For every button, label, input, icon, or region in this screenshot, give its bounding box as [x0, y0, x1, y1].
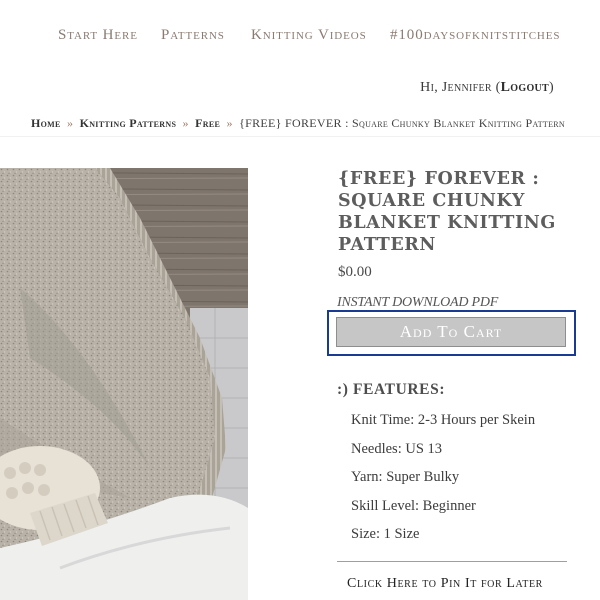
- feature-yarn: Yarn: Super Bulky: [351, 469, 460, 485]
- account-greeting: Hi, Jennifer (Logout): [420, 80, 554, 96]
- breadcrumb-free[interactable]: Free: [195, 116, 220, 130]
- breadcrumb-home[interactable]: Home: [31, 116, 61, 130]
- features-divider: [337, 561, 567, 562]
- greeting-text: Hi, Jennifer (: [420, 80, 501, 95]
- instant-download-note: INSTANT DOWNLOAD PDF: [337, 295, 499, 310]
- nav-link-start-here[interactable]: Start Here: [58, 27, 138, 44]
- feature-needles: Needles: US 13: [351, 440, 443, 457]
- feature-skill-level: Skill Level: Beginner: [351, 497, 476, 514]
- breadcrumb-separator: »: [182, 116, 189, 130]
- features-heading: :) FEATURES:: [337, 381, 446, 398]
- top-navigation: Start Here Patterns Knitting Videos #100…: [0, 27, 600, 47]
- breadcrumb-current: {FREE} FOREVER : Square Chunky Blanket K…: [239, 116, 565, 130]
- feature-knit-time: Knit Time: 2-3 Hours per Skein: [351, 412, 536, 428]
- breadcrumb-separator: »: [226, 116, 233, 130]
- feature-size: Size: 1 Size: [351, 526, 420, 542]
- nav-link-100-days-of-knit-stitches[interactable]: #100daysofknitstitches: [390, 27, 560, 44]
- breadcrumb-knitting-patterns[interactable]: Knitting Patterns: [80, 116, 177, 130]
- add-to-cart-button[interactable]: Add To Cart: [336, 317, 566, 347]
- breadcrumb: Home » Knitting Patterns » Free » {FREE}…: [31, 116, 565, 131]
- logout-link[interactable]: Logout: [501, 80, 549, 95]
- nav-link-knitting-videos[interactable]: Knitting Videos: [251, 27, 367, 44]
- product-price: $0.00: [338, 264, 372, 280]
- blanket-photo: [0, 168, 248, 600]
- greeting-close: ): [549, 80, 554, 95]
- nav-link-patterns[interactable]: Patterns: [161, 27, 225, 44]
- breadcrumb-separator: »: [66, 116, 74, 130]
- product-title: {FREE} FOREVER : Square Chunky Blanket K…: [338, 169, 556, 255]
- header-divider: [0, 136, 600, 137]
- product-image[interactable]: [0, 168, 248, 600]
- pin-it-link[interactable]: Click Here to Pin It for Later: [347, 576, 543, 592]
- feature-list: Knit Time: 2-3 Hours per Skein Needles: …: [351, 410, 535, 553]
